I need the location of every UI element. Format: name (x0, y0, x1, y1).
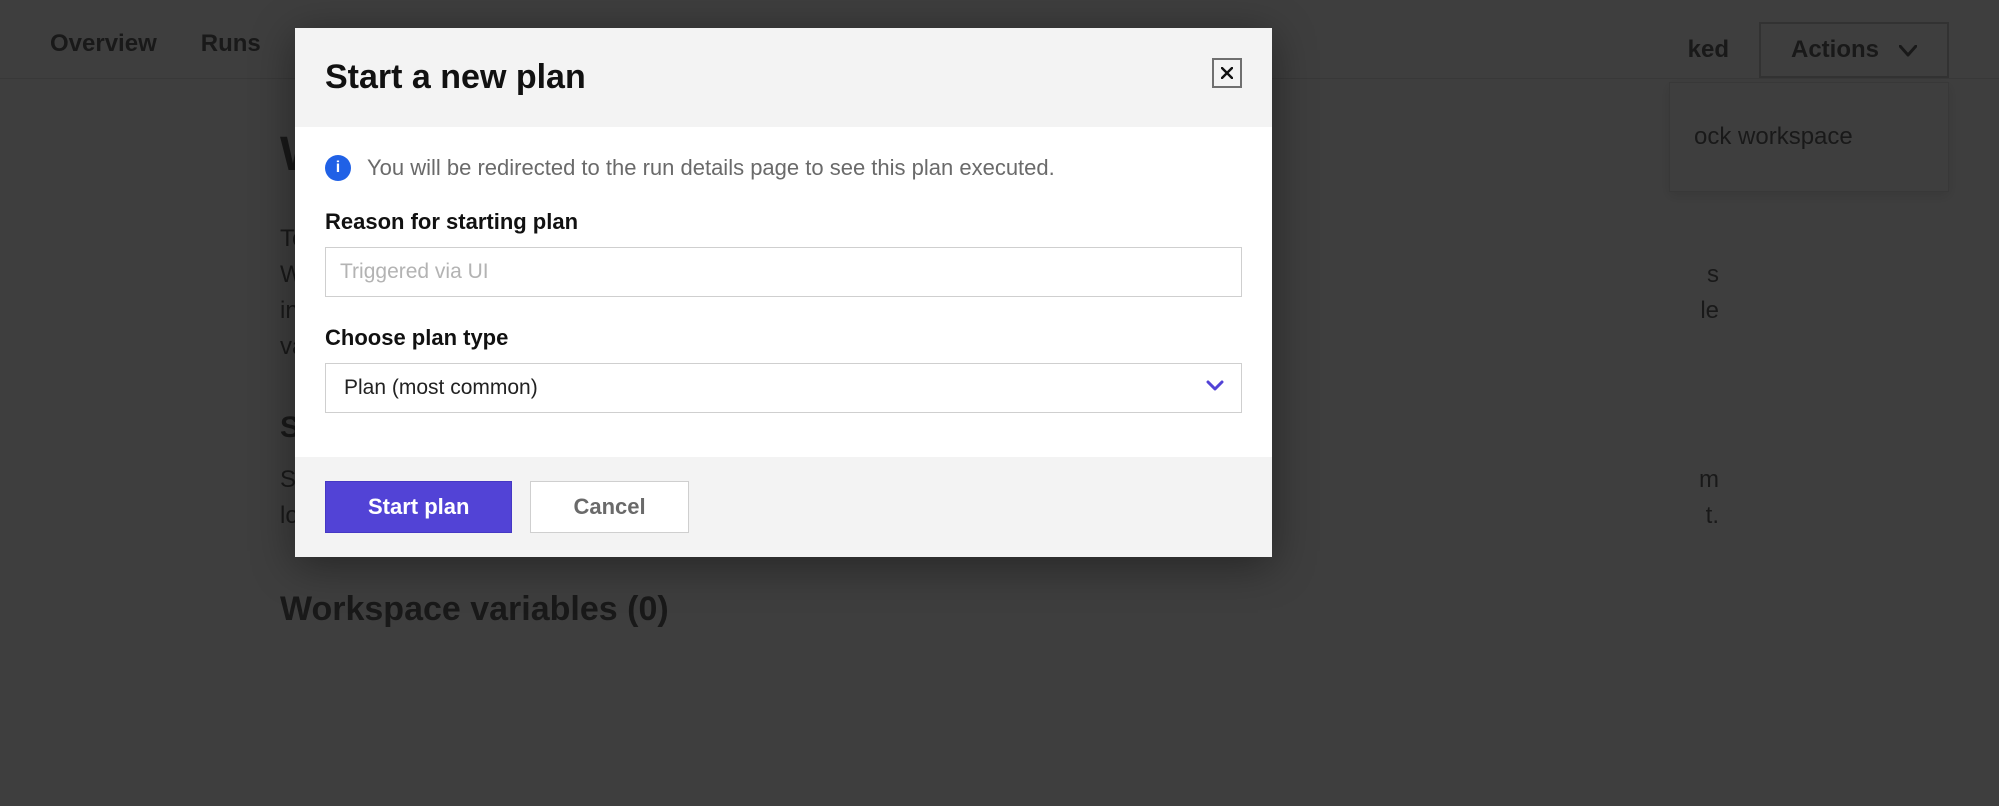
reason-input[interactable] (325, 247, 1242, 297)
info-text: You will be redirected to the run detail… (367, 155, 1055, 181)
close-button[interactable] (1212, 58, 1242, 88)
info-icon: i (325, 155, 351, 181)
close-icon (1221, 63, 1233, 84)
plan-type-select[interactable]: Plan (most common) (325, 363, 1242, 413)
plan-type-label: Choose plan type (325, 325, 1242, 351)
modal-title: Start a new plan (325, 58, 586, 97)
reason-label: Reason for starting plan (325, 209, 1242, 235)
info-banner: i You will be redirected to the run deta… (325, 155, 1242, 181)
start-plan-button[interactable]: Start plan (325, 481, 512, 533)
start-new-plan-modal: Start a new plan i You will be redirecte… (295, 28, 1272, 557)
modal-footer: Start plan Cancel (295, 457, 1272, 557)
modal-header: Start a new plan (295, 28, 1272, 127)
plan-type-value: Plan (most common) (344, 376, 538, 400)
modal-body: i You will be redirected to the run deta… (295, 127, 1272, 457)
cancel-button[interactable]: Cancel (530, 481, 688, 533)
